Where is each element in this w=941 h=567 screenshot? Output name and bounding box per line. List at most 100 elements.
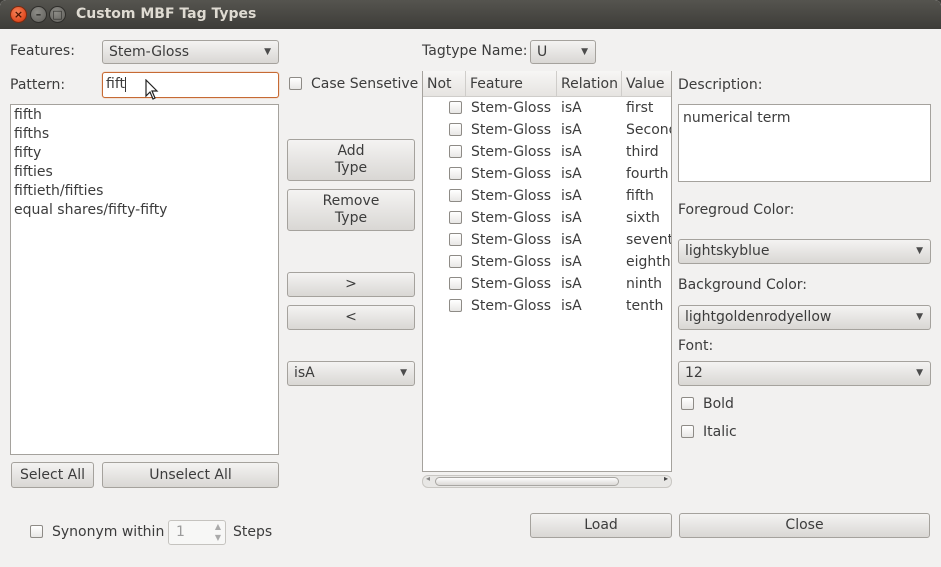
row-feature: Stem-Gloss	[471, 144, 552, 160]
steps-label: Steps	[233, 524, 273, 540]
chevron-down-icon: ▼	[916, 312, 923, 322]
add-type-button[interactable]: Add Type	[287, 139, 415, 181]
spinner-value: 1	[176, 524, 185, 540]
table-body: Stem-Gloss isA first Stem-Gloss isA Seco…	[423, 98, 671, 322]
list-item[interactable]: fifth	[14, 107, 42, 123]
not-checkbox[interactable]	[449, 101, 462, 114]
scroll-left-icon[interactable]: ◂	[426, 474, 430, 483]
table-row[interactable]: Stem-Gloss isA fourth	[423, 164, 671, 186]
background-color-combo[interactable]: lightgoldenrodyellow ▼	[678, 305, 931, 330]
case-sensitive-label: Case Sensetive	[311, 76, 419, 92]
not-checkbox[interactable]	[449, 255, 462, 268]
chevron-down-icon: ▼	[916, 368, 923, 378]
list-item[interactable]: fifths	[14, 126, 49, 142]
font-value: 12	[685, 365, 703, 381]
not-checkbox[interactable]	[449, 299, 462, 312]
row-relation: isA	[561, 122, 582, 138]
chevron-down-icon: ▼	[400, 368, 407, 378]
row-relation: isA	[561, 276, 582, 292]
background-value: lightgoldenrodyellow	[685, 309, 832, 325]
column-header-not[interactable]: Not	[423, 71, 466, 97]
tagtype-label: Tagtype Name:	[422, 43, 528, 59]
table-horizontal-scrollbar[interactable]: ◂ ▸	[422, 474, 672, 488]
foreground-label: Foregroud Color:	[678, 202, 795, 218]
minimize-icon[interactable]: –	[30, 6, 47, 23]
not-checkbox[interactable]	[449, 145, 462, 158]
row-value: eighth	[626, 254, 671, 270]
features-label: Features:	[10, 43, 75, 59]
table-row[interactable]: Stem-Gloss isA tenth	[423, 296, 671, 318]
remove-type-button[interactable]: Remove Type	[287, 189, 415, 231]
synonym-checkbox[interactable]	[30, 525, 43, 538]
load-button[interactable]: Load	[530, 513, 672, 538]
table-row[interactable]: Stem-Gloss isA first	[423, 98, 671, 120]
font-label: Font:	[678, 338, 714, 354]
list-item[interactable]: equal shares/fifty-fifty	[14, 202, 167, 218]
text-cursor	[125, 76, 126, 92]
list-item[interactable]: fifty	[14, 145, 41, 161]
list-item[interactable]: fifties	[14, 164, 53, 180]
pattern-input[interactable]: fift	[102, 72, 279, 98]
foreground-color-combo[interactable]: lightskyblue ▼	[678, 239, 931, 264]
not-checkbox[interactable]	[449, 167, 462, 180]
row-relation: isA	[561, 232, 582, 248]
column-header-relation[interactable]: Relation	[557, 71, 622, 97]
unselect-all-button[interactable]: Unselect All	[102, 462, 279, 488]
tagtype-combo[interactable]: U ▼	[530, 40, 596, 64]
row-relation: isA	[561, 144, 582, 160]
pattern-value: fift	[106, 76, 125, 92]
pattern-label: Pattern:	[10, 77, 66, 93]
case-sensitive-checkbox[interactable]	[289, 77, 302, 90]
table-row[interactable]: Stem-Gloss isA seventh	[423, 230, 671, 252]
table-row[interactable]: Stem-Gloss isA ninth	[423, 274, 671, 296]
chevron-down-icon: ▼	[916, 246, 923, 256]
row-feature: Stem-Gloss	[471, 298, 552, 314]
close-icon[interactable]: ×	[10, 6, 27, 23]
window-title: Custom MBF Tag Types	[76, 6, 257, 22]
row-feature: Stem-Gloss	[471, 100, 552, 116]
row-feature: Stem-Gloss	[471, 254, 552, 270]
mouse-pointer-icon	[145, 79, 159, 100]
remove-type-label-1: Remove	[322, 193, 380, 209]
scroll-right-icon[interactable]: ▸	[664, 474, 668, 483]
italic-label: Italic	[703, 424, 737, 440]
row-feature: Stem-Gloss	[471, 210, 552, 226]
italic-checkbox[interactable]	[681, 425, 694, 438]
matches-list[interactable]: fifth fifths fifty fifties fiftieth/fift…	[10, 104, 279, 455]
not-checkbox[interactable]	[449, 277, 462, 290]
row-relation: isA	[561, 210, 582, 226]
close-button[interactable]: Close	[679, 513, 930, 538]
features-value: Stem-Gloss	[109, 44, 190, 60]
relation-combo[interactable]: isA ▼	[287, 361, 415, 386]
synonym-steps-spinner[interactable]: 1 ▲ ▼	[168, 520, 226, 545]
not-checkbox[interactable]	[449, 189, 462, 202]
table-row[interactable]: Stem-Gloss isA eighth	[423, 252, 671, 274]
select-all-button[interactable]: Select All	[11, 462, 94, 488]
row-value: sixth	[626, 210, 660, 226]
move-left-button[interactable]: <	[287, 305, 415, 330]
list-item[interactable]: fiftieth/fifties	[14, 183, 103, 199]
maximize-icon[interactable]: □	[49, 6, 66, 23]
bold-checkbox[interactable]	[681, 397, 694, 410]
move-right-button[interactable]: >	[287, 272, 415, 297]
column-header-feature[interactable]: Feature	[466, 71, 557, 97]
scrollbar-thumb[interactable]	[435, 477, 619, 486]
features-combo[interactable]: Stem-Gloss ▼	[102, 40, 279, 64]
table-row[interactable]: Stem-Gloss isA third	[423, 142, 671, 164]
font-size-combo[interactable]: 12 ▼	[678, 361, 931, 386]
row-feature: Stem-Gloss	[471, 276, 552, 292]
table-row[interactable]: Stem-Gloss isA fifth	[423, 186, 671, 208]
not-checkbox[interactable]	[449, 123, 462, 136]
relation-value: isA	[294, 365, 315, 381]
background-label: Background Color:	[678, 277, 807, 293]
synonym-label: Synonym within	[52, 524, 165, 540]
description-textarea[interactable]: numerical term	[678, 104, 931, 182]
table-row[interactable]: Stem-Gloss isA Second	[423, 120, 671, 142]
table-row[interactable]: Stem-Gloss isA sixth	[423, 208, 671, 230]
not-checkbox[interactable]	[449, 233, 462, 246]
spinner-up-icon[interactable]: ▲	[215, 522, 221, 531]
not-checkbox[interactable]	[449, 211, 462, 224]
column-header-value[interactable]: Value	[622, 71, 671, 97]
spinner-down-icon[interactable]: ▼	[215, 533, 221, 542]
row-relation: isA	[561, 100, 582, 116]
